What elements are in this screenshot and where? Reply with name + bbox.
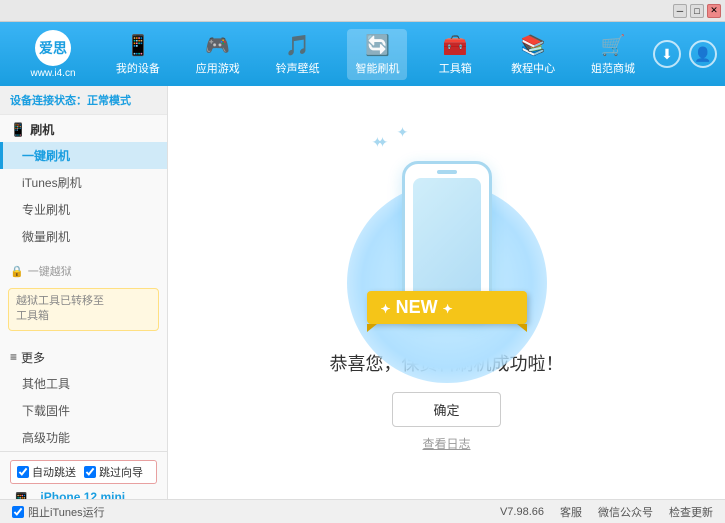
title-bar: ─ □ ✕ [0, 0, 725, 22]
toolbox-icon: 🧰 [443, 33, 468, 58]
sparkle-3: ✦ [397, 124, 409, 140]
bottom-left: 阻止iTunes运行 [12, 504, 105, 520]
advanced-label: 高级功能 [22, 431, 70, 445]
window-controls: ─ □ ✕ [673, 4, 721, 18]
logo-icon: 爱思 [35, 30, 71, 66]
skip-guide-label: 跳过向导 [99, 464, 143, 480]
confirm-button[interactable]: 确定 [392, 392, 500, 427]
my-device-label: 我的设备 [116, 60, 160, 76]
version-label: V7.98.66 [500, 506, 544, 518]
main-wrapper: 设备连接状态：正常模式 📱 刷机 一键刷机 iTunes刷机 专业刷机 微量刷机… [0, 86, 725, 499]
user-button[interactable]: 👤 [689, 40, 717, 68]
device-status: 设备连接状态：正常模式 [0, 86, 167, 115]
more-section-label: 更多 [21, 349, 45, 366]
one-rescue-header: 🔒 一键越狱 [0, 258, 167, 284]
skip-guide-checkbox[interactable]: 跳过向导 [84, 464, 143, 480]
wechat-public-link[interactable]: 微信公众号 [598, 504, 653, 520]
device-details: iPhone 12 mini 64GB Down-12mini-13,1 [40, 490, 125, 499]
smart-flash-icon: 🔄 [365, 33, 390, 58]
nav-toolbox[interactable]: 🧰 工具箱 [427, 29, 483, 80]
notice-box: 越狱工具已转移至工具箱 [8, 288, 159, 331]
toolbox-label: 工具箱 [439, 60, 472, 76]
block-itunes-checkbox[interactable] [12, 506, 24, 518]
lock-icon: 🔒 [10, 265, 24, 278]
device-name: iPhone 12 mini [40, 490, 125, 499]
sparkle-2: ✦ [377, 134, 389, 150]
top-nav: 爱思 www.i4.cn 📱 我的设备 🎮 应用游戏 🎵 铃声壁纸 🔄 智能刷机… [0, 22, 725, 86]
check-update-link[interactable]: 检查更新 [669, 504, 713, 520]
dual-flash-label: 微量刷机 [22, 230, 70, 244]
phone-illustration: ✦ ✦ ✦ ✦ NEW ✦ [367, 134, 527, 334]
device-area: 自动跳送 跳过向导 📱 iPhone 12 mini 64GB Down-12m… [0, 451, 167, 499]
other-tools-label: 其他工具 [22, 377, 70, 391]
sidebar-item-dual-flash[interactable]: 微量刷机 [0, 223, 167, 250]
auto-send-checkbox[interactable]: 自动跳送 [17, 464, 76, 480]
phone-screen [413, 178, 481, 298]
sidebar-item-advanced[interactable]: 高级功能 [0, 424, 167, 451]
flash-section-icon: 📱 [10, 122, 26, 138]
bottom-right: V7.98.66 客服 微信公众号 检查更新 [500, 504, 713, 520]
apps-label: 应用游戏 [196, 60, 240, 76]
sidebar: 设备连接状态：正常模式 📱 刷机 一键刷机 iTunes刷机 专业刷机 微量刷机… [0, 86, 168, 499]
nav-tutorial[interactable]: 📚 教程中心 [503, 29, 563, 80]
nav-apps-games[interactable]: 🎮 应用游戏 [188, 29, 248, 80]
more-section-header: ≡ 更多 [0, 343, 167, 370]
apps-icon: 🎮 [205, 33, 230, 58]
itunes-flash-label: iTunes刷机 [22, 176, 82, 190]
ribbon-star-left: ✦ [381, 302, 391, 316]
sidebar-item-download-firmware[interactable]: 下载固件 [0, 397, 167, 424]
download-button[interactable]: ⬇ [653, 40, 681, 68]
device-phone-icon: 📱 [10, 492, 32, 499]
flash-section-header: 📱 刷机 [0, 115, 167, 142]
auto-send-input[interactable] [17, 466, 29, 478]
nav-items: 📱 我的设备 🎮 应用游戏 🎵 铃声壁纸 🔄 智能刷机 🧰 工具箱 📚 教程中心… [98, 29, 653, 80]
content-area: ✦ ✦ ✦ ✦ NEW ✦ 恭喜您，保资料刷机成功啦！ 确定 查看日志 [168, 86, 725, 499]
tutorial-icon: 📚 [521, 33, 546, 58]
pro-flash-label: 专业刷机 [22, 203, 70, 217]
new-ribbon: ✦ NEW ✦ [367, 291, 527, 324]
download-firmware-label: 下载固件 [22, 404, 70, 418]
logo-url: www.i4.cn [30, 68, 75, 79]
nav-store[interactable]: 🛒 姐范商城 [583, 29, 643, 80]
smart-flash-label: 智能刷机 [355, 60, 399, 76]
nav-ringtones[interactable]: 🎵 铃声壁纸 [268, 29, 328, 80]
ringtones-label: 铃声壁纸 [276, 60, 320, 76]
nav-smart-flash[interactable]: 🔄 智能刷机 [347, 29, 407, 80]
flash-section-label: 刷机 [30, 121, 54, 138]
bottom-bar: 阻止iTunes运行 V7.98.66 客服 微信公众号 检查更新 [0, 499, 725, 523]
one-rescue-label: 一键越狱 [28, 263, 72, 279]
ribbon-star-right: ✦ [443, 302, 453, 316]
minimize-button[interactable]: ─ [673, 4, 687, 18]
store-label: 姐范商城 [591, 60, 635, 76]
more-icon: ≡ [10, 350, 17, 364]
nav-my-device[interactable]: 📱 我的设备 [108, 29, 168, 80]
logo-area: 爱思 www.i4.cn [8, 30, 98, 79]
auto-send-label: 自动跳送 [32, 464, 76, 480]
phone-speaker [437, 170, 457, 174]
my-device-icon: 📱 [125, 33, 150, 58]
device-checkboxes: 自动跳送 跳过向导 [10, 460, 157, 484]
store-icon: 🛒 [601, 33, 626, 58]
nav-right: ⬇ 👤 [653, 40, 717, 68]
sidebar-item-one-click-flash[interactable]: 一键刷机 [0, 142, 167, 169]
tutorial-label: 教程中心 [511, 60, 555, 76]
close-button[interactable]: ✕ [707, 4, 721, 18]
sidebar-item-other-tools[interactable]: 其他工具 [0, 370, 167, 397]
notice-text: 越狱工具已转移至工具箱 [16, 295, 104, 322]
sidebar-item-itunes-flash[interactable]: iTunes刷机 [0, 169, 167, 196]
customer-service-link[interactable]: 客服 [560, 504, 582, 520]
sidebar-item-pro-flash[interactable]: 专业刷机 [0, 196, 167, 223]
ringtones-icon: 🎵 [285, 33, 310, 58]
maximize-button[interactable]: □ [690, 4, 704, 18]
device-info: 📱 iPhone 12 mini 64GB Down-12mini-13,1 [10, 490, 157, 499]
status-value: 正常模式 [87, 95, 131, 107]
block-itunes-label: 阻止iTunes运行 [28, 504, 105, 520]
status-label: 设备连接状态： [10, 95, 87, 107]
view-log-link[interactable]: 查看日志 [422, 435, 470, 452]
one-click-flash-label: 一键刷机 [22, 149, 70, 163]
skip-guide-input[interactable] [84, 466, 96, 478]
